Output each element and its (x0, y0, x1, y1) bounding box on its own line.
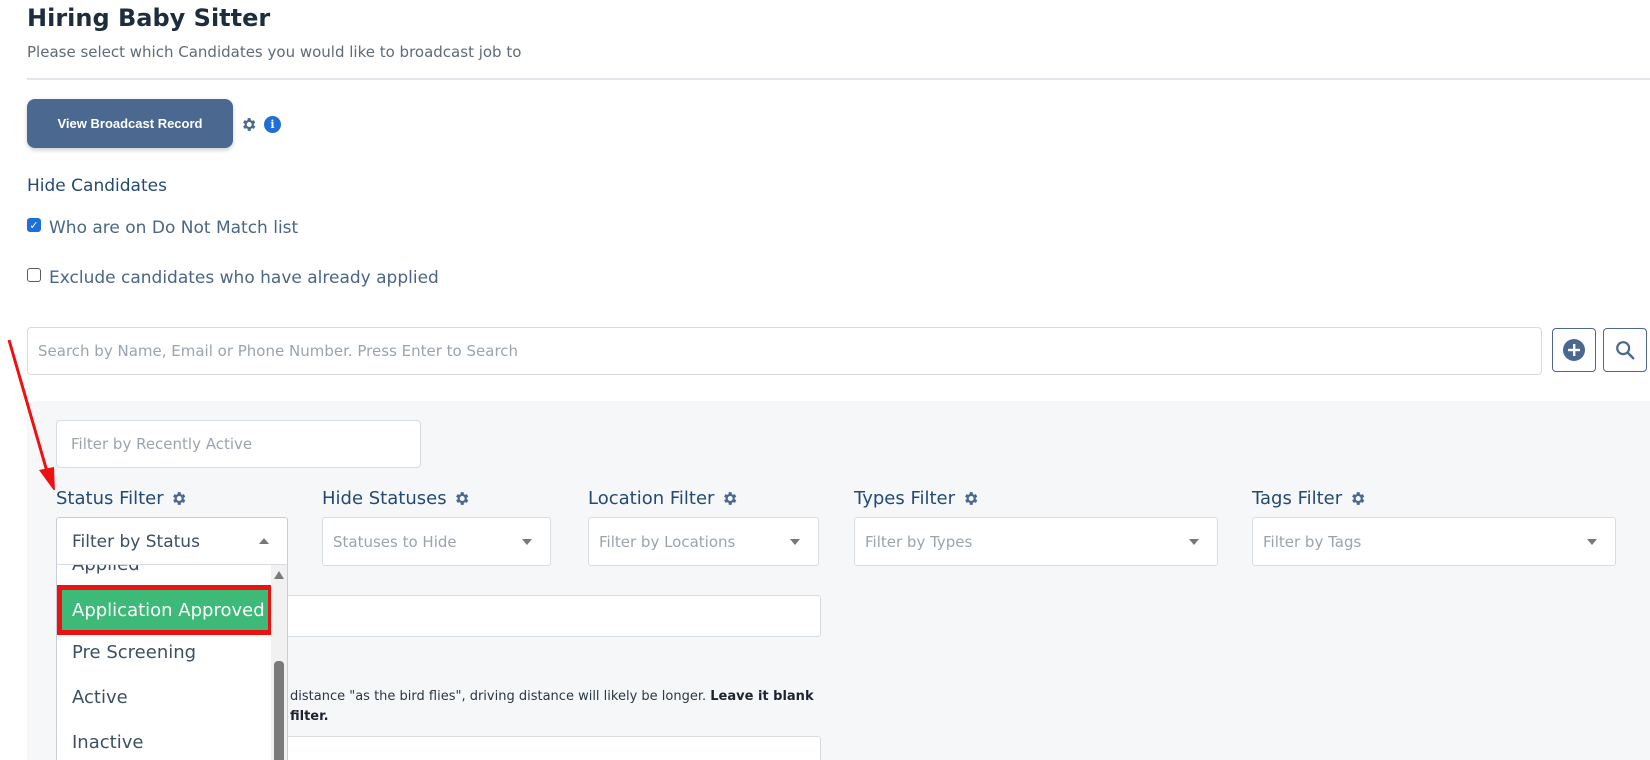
distance-note-text: distance "as the bird flies", driving di… (290, 689, 707, 704)
status-filter-label: Status Filter (56, 488, 188, 509)
view-broadcast-record-button[interactable]: View Broadcast Record (27, 99, 233, 148)
distance-note-bold-2: filter. (290, 709, 329, 724)
gear-icon[interactable] (1348, 490, 1366, 508)
dropdown-item-applied[interactable]: Applied (72, 565, 140, 575)
types-select[interactable]: Filter by Types (854, 517, 1218, 566)
distance-note: distance "as the bird flies", driving di… (290, 687, 830, 727)
hide-statuses-label-text: Hide Statuses (322, 488, 447, 509)
dropdown-item-pre-screening[interactable]: Pre Screening (72, 642, 196, 663)
distance-note-bold: Leave it blank (710, 689, 814, 704)
gear-icon[interactable] (170, 490, 188, 508)
hide-statuses-placeholder: Statuses to Hide (333, 532, 457, 551)
chevron-up-icon (259, 538, 269, 544)
annotation-highlight-box: Application Approved (57, 585, 273, 635)
gear-icon[interactable] (961, 490, 979, 508)
divider (27, 78, 1650, 80)
dropdown-scrollbar[interactable] (271, 565, 287, 760)
add-button[interactable] (1552, 328, 1596, 372)
tags-placeholder: Filter by Tags (1263, 532, 1362, 551)
types-filter-label-text: Types Filter (854, 488, 956, 509)
do-not-match-option[interactable]: ✓ Who are on Do Not Match list (27, 218, 298, 238)
tags-filter-label: Tags Filter (1252, 488, 1366, 509)
location-select[interactable]: Filter by Locations (588, 517, 819, 566)
info-icon[interactable]: i (264, 116, 281, 133)
chevron-down-icon (1587, 539, 1597, 545)
status-select-value: Filter by Status (72, 532, 200, 552)
annotation-arrow-icon (7, 339, 55, 490)
tags-select[interactable]: Filter by Tags (1252, 517, 1616, 566)
distance-input[interactable] (280, 736, 821, 760)
page-title: Hiring Baby Sitter (27, 4, 271, 32)
exclude-applied-label: Exclude candidates who have already appl… (49, 268, 439, 288)
location-filter-label: Location Filter (588, 488, 738, 509)
status-dropdown-list[interactable]: Applied Application Approved Pre Screeni… (56, 564, 288, 760)
gear-icon[interactable] (720, 490, 738, 508)
page-subtitle: Please select which Candidates you would… (27, 43, 522, 61)
search-icon (1616, 341, 1635, 360)
search-input[interactable]: Search by Name, Email or Phone Number. P… (27, 327, 1542, 375)
do-not-match-label: Who are on Do Not Match list (49, 218, 299, 238)
recently-active-filter[interactable]: Filter by Recently Active (56, 420, 421, 468)
gear-icon[interactable] (239, 115, 257, 133)
dropdown-item-inactive[interactable]: Inactive (72, 732, 143, 753)
plus-circle-icon (1563, 339, 1585, 361)
exclude-applied-checkbox[interactable] (27, 268, 41, 282)
do-not-match-checkbox[interactable]: ✓ (27, 218, 41, 232)
chevron-down-icon (790, 539, 800, 545)
hide-statuses-label: Hide Statuses (322, 488, 471, 509)
gear-icon[interactable] (453, 490, 471, 508)
radius-input[interactable] (280, 595, 821, 637)
hide-statuses-select[interactable]: Statuses to Hide (322, 517, 551, 566)
types-placeholder: Filter by Types (865, 532, 973, 551)
search-button[interactable] (1603, 328, 1647, 372)
scroll-up-arrow-icon[interactable] (274, 571, 284, 579)
status-select[interactable]: Filter by Status (56, 517, 288, 566)
chevron-down-icon (1189, 539, 1199, 545)
scroll-thumb[interactable] (274, 661, 284, 760)
hide-candidates-title: Hide Candidates (27, 176, 167, 196)
exclude-applied-option[interactable]: Exclude candidates who have already appl… (27, 268, 439, 288)
status-filter-label-text: Status Filter (56, 488, 164, 509)
dropdown-item-active[interactable]: Active (72, 687, 128, 708)
tags-filter-label-text: Tags Filter (1252, 488, 1343, 509)
location-placeholder: Filter by Locations (599, 532, 736, 551)
dropdown-item-application-approved[interactable]: Application Approved (62, 590, 268, 630)
chevron-down-icon (522, 539, 532, 545)
location-filter-label-text: Location Filter (588, 488, 715, 509)
types-filter-label: Types Filter (854, 488, 979, 509)
